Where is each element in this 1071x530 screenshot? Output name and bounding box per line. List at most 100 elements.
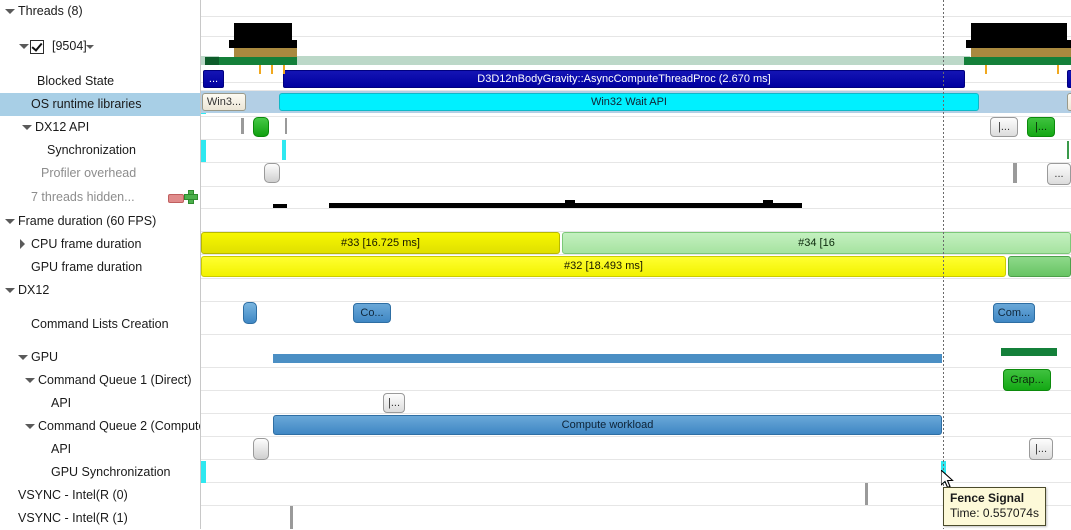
blocked-state-bar-left[interactable]: ... xyxy=(203,70,224,88)
cpu-frame-34-bar-label: #34 [16 xyxy=(798,237,835,249)
vsync0-tick[interactable] xyxy=(865,483,868,505)
sidebar-item-cpu-frame-duration[interactable]: CPU frame duration xyxy=(0,233,200,256)
remove-threads-icon[interactable] xyxy=(168,194,184,203)
sidebar-item-command-lists-creation[interactable]: Command Lists Creation xyxy=(0,313,200,336)
sidebar-item-blocked-state[interactable]: Blocked State xyxy=(0,70,200,93)
sidebar-item-label: [9504] xyxy=(52,39,87,53)
dx12-root-chip-com[interactable]: Com... xyxy=(993,303,1035,323)
cq2-api-chip-right[interactable]: |... xyxy=(1029,438,1053,460)
sidebar-item-synchronization[interactable]: Synchronization xyxy=(0,139,200,162)
thread-activity-tan-block-r[interactable] xyxy=(971,48,1071,57)
hidden-threads-spark-2[interactable] xyxy=(329,203,577,208)
dx12-api-green-pill[interactable] xyxy=(253,117,269,137)
thread-visibility-checkbox[interactable] xyxy=(30,40,44,54)
tree-sidebar[interactable]: Threads (8) [9504] Blocked State OS runtime… xyxy=(0,0,205,530)
sidebar-item-gpu-synchronization[interactable]: GPU Synchronization xyxy=(0,461,200,484)
sidebar-item-7-threads-hidden[interactable]: 7 threads hidden... xyxy=(0,186,200,209)
thread-activity-green-block[interactable] xyxy=(219,57,297,65)
sidebar-item-dx12-api[interactable]: DX12 API xyxy=(0,116,200,139)
os-runtime-chip[interactable]: Win3... xyxy=(202,93,246,111)
sidebar-item-command-queue-2-compute[interactable]: Command Queue 2 (Compute xyxy=(0,415,205,438)
chevron-down-icon[interactable] xyxy=(4,6,15,17)
compute-workload-bar[interactable]: Compute workload xyxy=(273,415,942,435)
chevron-down-icon[interactable] xyxy=(24,421,35,432)
tooltip: Fence Signal Time: 0.557074s xyxy=(943,487,1046,526)
blocked-state-bar-main-label: D3D12nBodyGravity::AsyncComputeThreadPro… xyxy=(477,73,771,85)
cq1-api-chip[interactable]: |... xyxy=(383,393,405,413)
cq2-api-pill[interactable] xyxy=(253,438,269,460)
os-runtime-chip-right[interactable] xyxy=(1067,93,1071,111)
chevron-down-icon[interactable] xyxy=(18,41,29,52)
chevron-down-icon[interactable] xyxy=(4,285,15,296)
sidebar-item-label: Blocked State xyxy=(37,74,115,88)
profiler-overhead-tick[interactable] xyxy=(1013,163,1017,183)
dx12-root-chip-co-label: Co... xyxy=(360,307,384,319)
chevron-right-icon[interactable] xyxy=(17,239,28,250)
hidden-threads-spark-3[interactable] xyxy=(565,200,575,208)
orange-event-tick xyxy=(271,65,273,74)
dx12-root-pill-blue[interactable] xyxy=(243,302,257,324)
timeline-row-separator xyxy=(201,334,1071,335)
orange-event-tick xyxy=(1057,65,1059,74)
dx12-api-marker-gray-2[interactable] xyxy=(285,118,287,134)
sidebar-item-vsync-intel-r-0[interactable]: VSYNC - Intel(R (0) xyxy=(0,484,200,507)
chevron-down-icon[interactable] xyxy=(86,43,95,52)
sidebar-item-9504[interactable]: [9504] xyxy=(0,35,200,58)
thread-activity-palegreen-right[interactable] xyxy=(297,56,970,65)
profiler-overhead-pill[interactable] xyxy=(264,163,280,183)
timeline-row-separator xyxy=(201,459,1071,460)
thread-activity-tan-block[interactable] xyxy=(234,48,297,57)
timeline-row-separator xyxy=(201,186,1071,187)
sync-green-tick-right[interactable] xyxy=(1067,141,1069,159)
profiler-timeline-window: Threads (8) [9504] Blocked State OS runtime… xyxy=(0,0,1071,529)
sidebar-item-command-queue-1-direct[interactable]: Command Queue 1 (Direct) xyxy=(0,369,200,392)
cpu-frame-33-bar[interactable]: #33 [16.725 ms] xyxy=(201,232,560,254)
sidebar-item-threads-8[interactable]: Threads (8) xyxy=(0,0,200,23)
sidebar-item-os-runtime-libraries[interactable]: OS runtime libraries xyxy=(0,93,200,116)
thread-activity-green-block-r[interactable] xyxy=(964,57,1071,65)
win32-wait-api-bar[interactable]: Win32 Wait API xyxy=(279,93,979,111)
dx12-api-marker-gray[interactable] xyxy=(241,118,244,134)
sidebar-item-dx12[interactable]: DX12 xyxy=(0,279,200,302)
chevron-down-icon[interactable] xyxy=(24,375,35,386)
thread-activity-dgreen-left[interactable] xyxy=(205,57,219,65)
sync-cyan-mark-right[interactable] xyxy=(282,140,286,160)
vsync1-tick[interactable] xyxy=(290,506,293,529)
chevron-down-icon[interactable] xyxy=(17,352,28,363)
compute-workload-bar-label: Compute workload xyxy=(561,419,654,431)
cpu-frame-34-bar[interactable]: #34 [16 xyxy=(562,232,1071,254)
command-queue1-bar[interactable] xyxy=(273,354,942,363)
sidebar-item-label: CPU frame duration xyxy=(31,237,142,251)
blocked-state-bar-main[interactable]: D3D12nBodyGravity::AsyncComputeThreadPro… xyxy=(283,70,965,88)
sidebar-item-api[interactable]: API xyxy=(0,438,200,461)
cq1-api-chip-green[interactable]: Grap... xyxy=(1003,369,1051,391)
timeline-row-separator xyxy=(201,16,1071,17)
thread-activity-black-block-2[interactable] xyxy=(229,40,297,48)
blocked-state-bar-right[interactable] xyxy=(1067,70,1071,88)
sidebar-item-gpu[interactable]: GPU xyxy=(0,346,200,369)
sidebar-item-vsync-intel-r-1[interactable]: VSYNC - Intel(R (1) xyxy=(0,507,200,530)
command-queue1-green-bar[interactable] xyxy=(1001,348,1057,356)
dx12-api-chip-gray-right[interactable]: |... xyxy=(990,117,1018,137)
hidden-threads-spark-1[interactable] xyxy=(273,204,287,208)
dx12-root-chip-com-label: Com... xyxy=(997,307,1031,319)
profiler-overhead-chip[interactable]: ... xyxy=(1047,163,1071,185)
gpu-frame-33-bar[interactable] xyxy=(1008,256,1071,277)
thread-activity-black-block-r2[interactable] xyxy=(966,40,1071,48)
sidebar-item-frame-duration-60-fps[interactable]: Frame duration (60 FPS) xyxy=(0,210,200,233)
chevron-down-icon[interactable] xyxy=(4,216,15,227)
timeline-row-separator xyxy=(201,116,1071,117)
sidebar-item-gpu-frame-duration[interactable]: GPU frame duration xyxy=(0,256,200,279)
chevron-down-icon[interactable] xyxy=(21,122,32,133)
sidebar-item-profiler-overhead[interactable]: Profiler overhead xyxy=(0,162,200,185)
timeline-canvas[interactable]: ... D3D12nBodyGravity::AsyncComputeThread… xyxy=(201,0,1071,529)
sidebar-item-label: 7 threads hidden... xyxy=(31,190,135,204)
sidebar-item-label: Frame duration (60 FPS) xyxy=(18,214,157,228)
add-threads-icon[interactable] xyxy=(184,190,198,204)
gpu-frame-32-bar[interactable]: #32 [18.493 ms] xyxy=(201,256,1006,277)
dx12-root-chip-co[interactable]: Co... xyxy=(353,303,391,323)
sidebar-item-api[interactable]: API xyxy=(0,392,200,415)
timeline-playhead[interactable] xyxy=(943,0,944,529)
dx12-api-chip-green-right[interactable]: |... xyxy=(1027,117,1055,137)
hidden-threads-spark-5[interactable] xyxy=(763,200,773,208)
